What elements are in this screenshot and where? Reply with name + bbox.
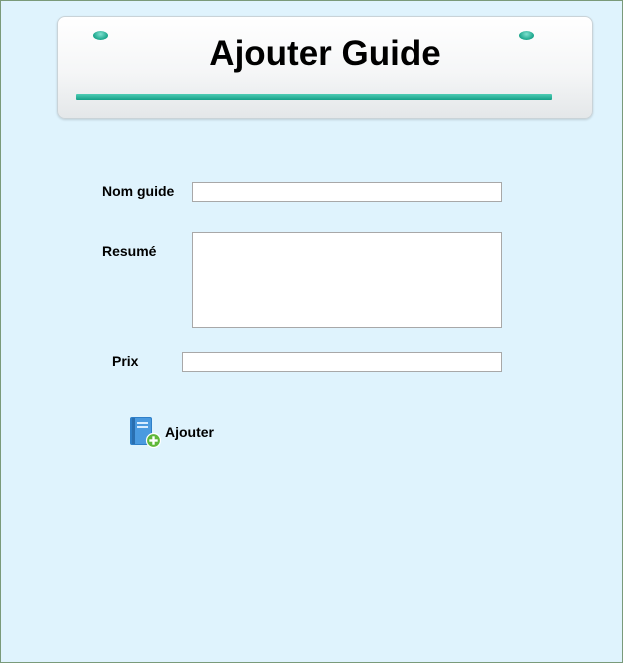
nom-guide-label: Nom guide	[102, 183, 175, 199]
nom-guide-input[interactable]	[192, 182, 502, 202]
prix-label: Prix	[112, 353, 139, 369]
page-title: Ajouter Guide	[209, 34, 441, 73]
header-divider	[76, 94, 552, 100]
book-add-icon	[130, 417, 161, 448]
resume-label: Resumé	[102, 243, 157, 259]
header-panel: Ajouter Guide	[57, 16, 593, 119]
prix-input[interactable]	[182, 352, 502, 372]
guide-form-window: Ajouter Guide Nom guide Resumé Prix Ajou…	[0, 0, 623, 663]
add-guide-button[interactable]: Ajouter	[129, 416, 214, 448]
add-guide-label: Ajouter	[165, 424, 214, 440]
resume-textarea[interactable]	[192, 232, 502, 328]
